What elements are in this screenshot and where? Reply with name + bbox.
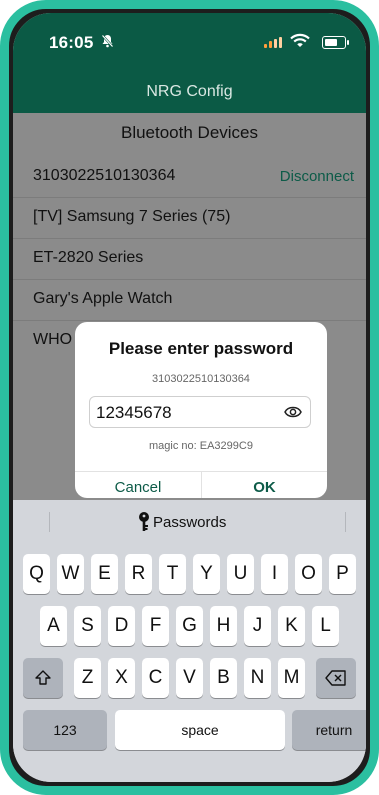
signal-icon (264, 37, 282, 48)
key-z[interactable]: Z (74, 658, 101, 698)
list-item[interactable]: 3103022510130364 Disconnect (13, 157, 366, 198)
device-name: Gary's Apple Watch (33, 290, 173, 307)
divider (345, 512, 346, 532)
silent-bell-icon (101, 34, 114, 51)
nav-bar: NRG Config (13, 73, 366, 113)
key-q[interactable]: Q (23, 554, 50, 594)
key-m[interactable]: M (278, 658, 305, 698)
key-p[interactable]: P (329, 554, 356, 594)
password-field[interactable]: 12345678 (89, 396, 311, 428)
backspace-icon (325, 670, 346, 686)
key-b[interactable]: B (210, 658, 237, 698)
backspace-key[interactable] (316, 658, 356, 698)
phone-frame: 16:05 NRG Config Bluetooth Devices 31030… (0, 0, 379, 795)
key-v[interactable]: V (176, 658, 203, 698)
numbers-key[interactable]: 123 (23, 710, 107, 750)
list-item[interactable]: [TV] Samsung 7 Series (75) (13, 198, 366, 239)
screen: 16:05 NRG Config Bluetooth Devices 31030… (13, 13, 366, 782)
key-a[interactable]: A (40, 606, 67, 646)
password-dialog: Please enter password 3103022510130364 1… (75, 322, 327, 498)
dialog-device-id: 3103022510130364 (152, 373, 250, 385)
key-c[interactable]: C (142, 658, 169, 698)
dialog-title: Please enter password (108, 339, 294, 358)
device-name: 3103022510130364 (33, 167, 176, 184)
list-item[interactable]: ET-2820 Series (13, 239, 366, 280)
battery-icon (322, 36, 349, 49)
key-s[interactable]: S (74, 606, 101, 646)
key-o[interactable]: O (295, 554, 322, 594)
key-u[interactable]: U (227, 554, 254, 594)
list-item[interactable]: Gary's Apple Watch (13, 280, 366, 321)
key-h[interactable]: H (210, 606, 237, 646)
password-value: 12345678 (96, 403, 172, 422)
key-k[interactable]: K (278, 606, 305, 646)
key-t[interactable]: T (159, 554, 186, 594)
device-name: [TV] Samsung 7 Series (75) (33, 208, 231, 225)
key-y[interactable]: Y (193, 554, 220, 594)
status-bar: 16:05 (13, 13, 366, 73)
suggestion-bar: Passwords (13, 500, 366, 544)
page-title: NRG Config (146, 83, 233, 100)
divider (49, 512, 50, 532)
key-r[interactable]: R (125, 554, 152, 594)
key-l[interactable]: L (312, 606, 339, 646)
key-f[interactable]: F (142, 606, 169, 646)
key-i[interactable]: I (261, 554, 288, 594)
ok-button[interactable]: OK (202, 479, 327, 496)
key-w[interactable]: W (57, 554, 84, 594)
key-j[interactable]: J (244, 606, 271, 646)
disconnect-button[interactable]: Disconnect (280, 168, 354, 185)
key-d[interactable]: D (108, 606, 135, 646)
shift-key[interactable] (23, 658, 63, 698)
passwords-suggestion[interactable]: Passwords (153, 514, 226, 531)
key-n[interactable]: N (244, 658, 271, 698)
magic-number: magic no: EA3299C9 (149, 440, 253, 452)
status-time: 16:05 (49, 33, 94, 52)
return-key[interactable]: return (292, 710, 366, 750)
key-e[interactable]: E (91, 554, 118, 594)
section-title: Bluetooth Devices (120, 123, 259, 142)
keyboard: Passwords Q W E R T Y U I O P A S D F G … (13, 500, 366, 782)
cancel-button[interactable]: Cancel (75, 479, 201, 496)
key-icon (137, 512, 151, 532)
shift-icon (35, 670, 51, 685)
device-name: WHO (33, 331, 73, 348)
wifi-icon (290, 33, 310, 48)
key-g[interactable]: G (176, 606, 203, 646)
device-name: ET-2820 Series (33, 249, 144, 266)
key-x[interactable]: X (108, 658, 135, 698)
space-key[interactable]: space (115, 710, 285, 750)
eye-icon[interactable] (284, 404, 302, 420)
